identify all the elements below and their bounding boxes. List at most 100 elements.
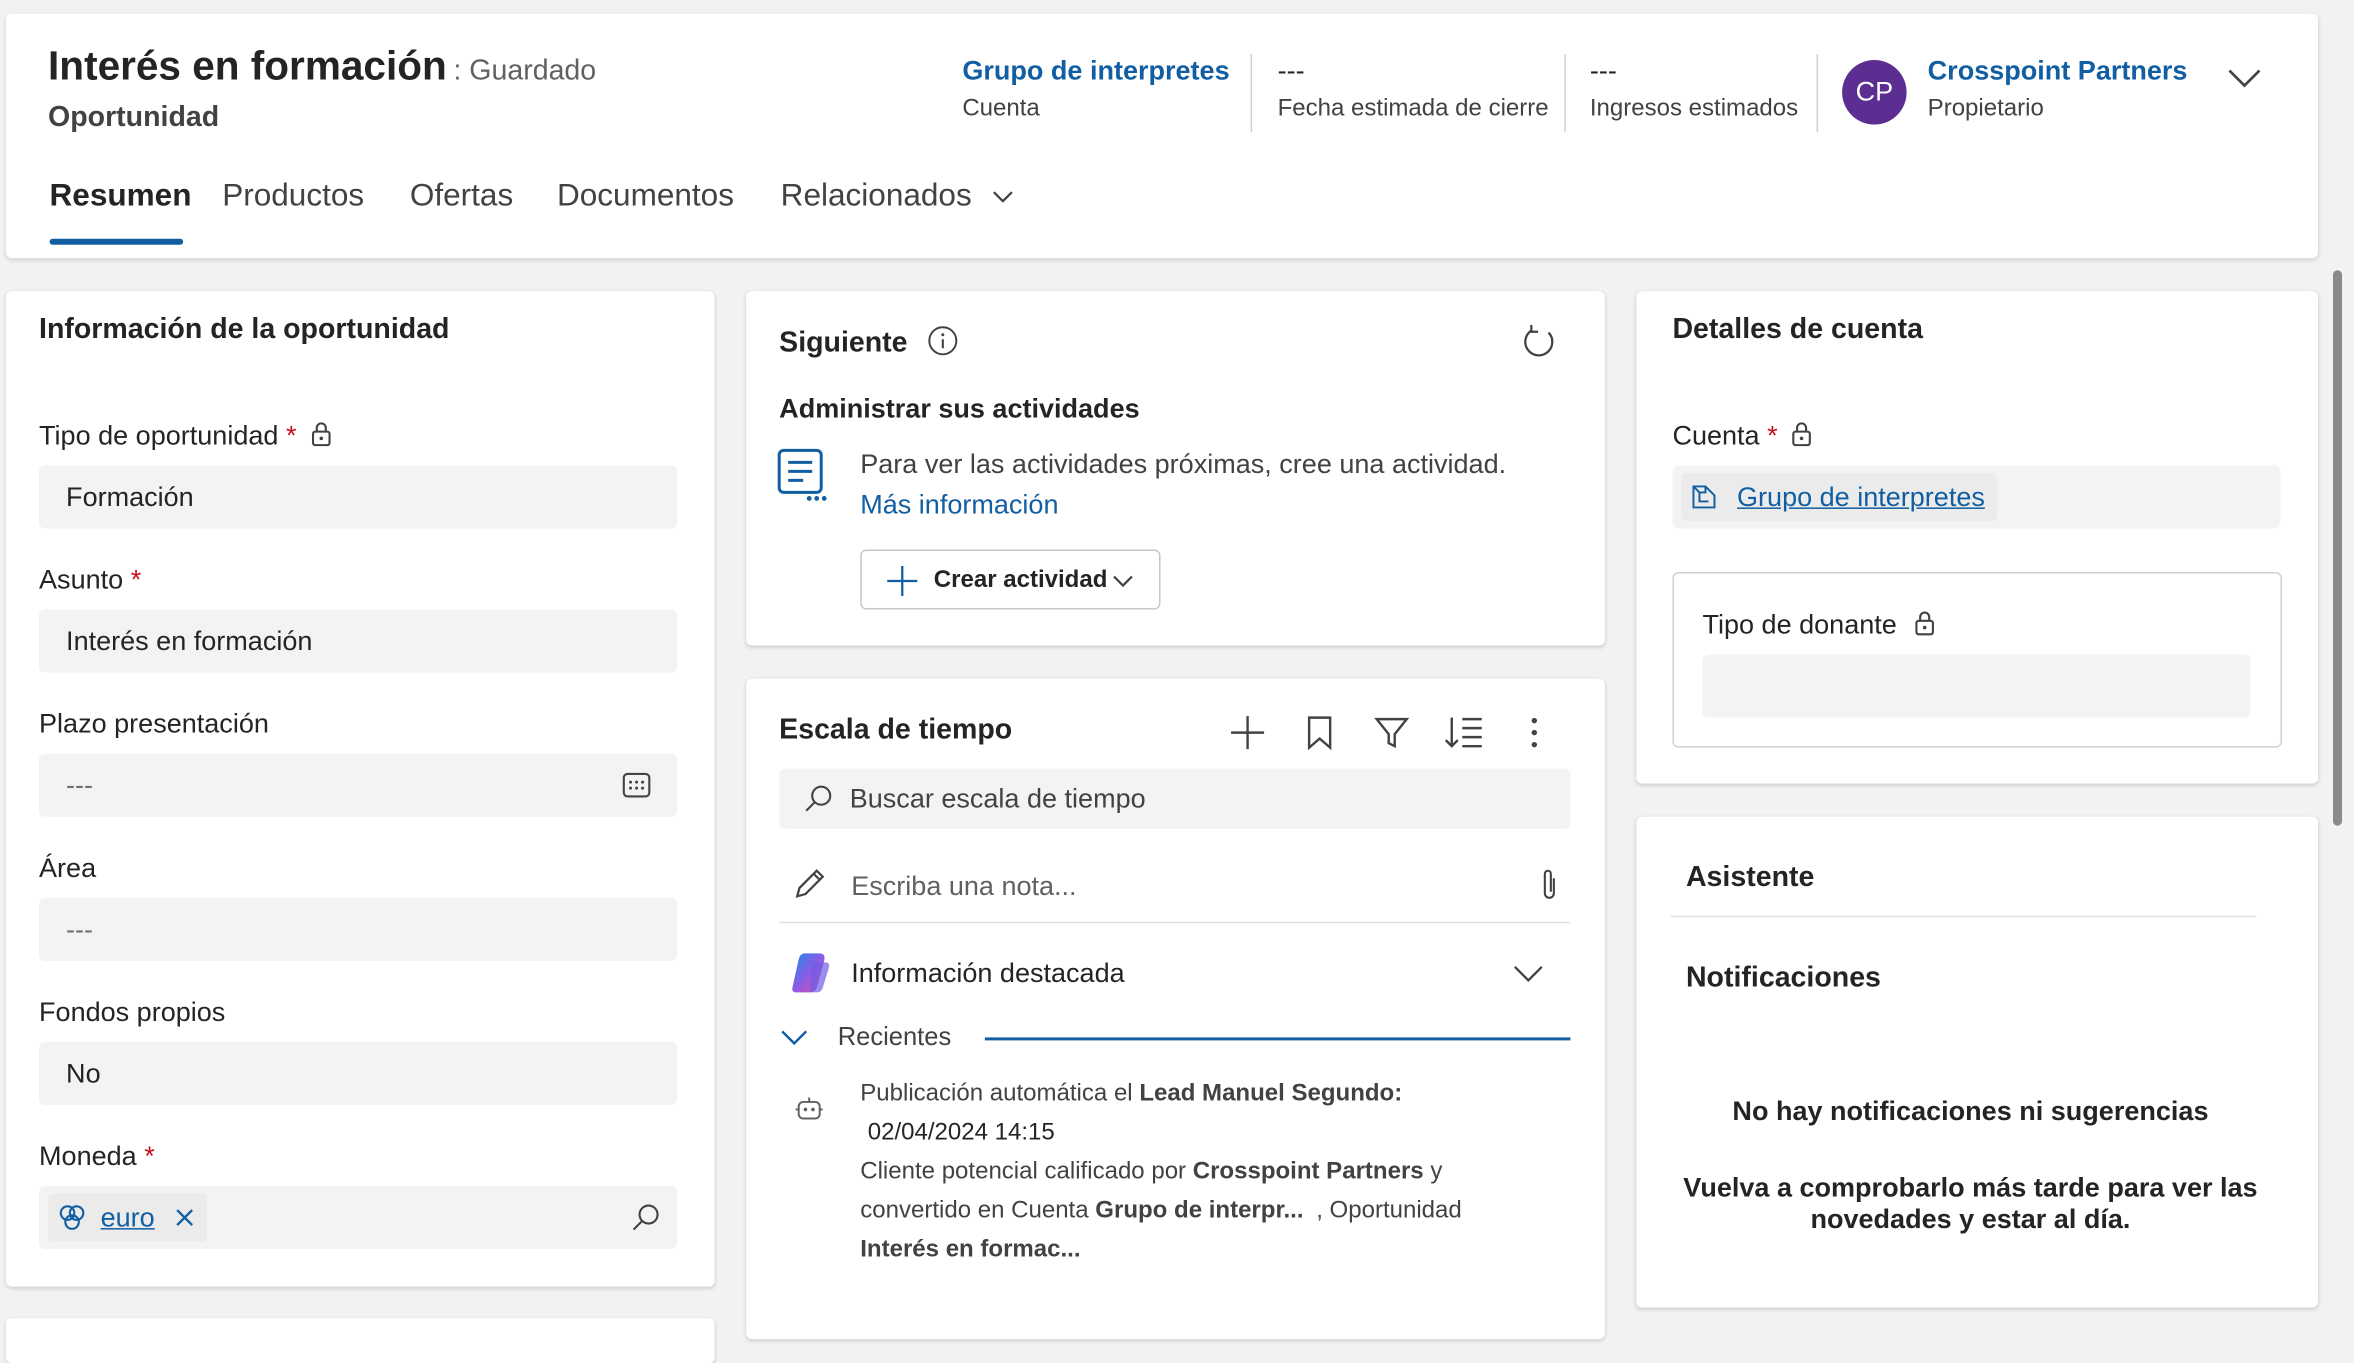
next-subtitle: Administrar sus actividades xyxy=(779,393,1140,424)
donante-label-text: Tipo de donante xyxy=(1702,609,1897,640)
empty-body: Vuelva a comprobarlo más tarde para ver … xyxy=(1683,1172,2258,1235)
highlights-row[interactable]: Información destacada xyxy=(779,940,1570,1003)
account-link[interactable]: Grupo de interpretes xyxy=(1737,482,1985,512)
tab-relacionados[interactable]: Relacionados xyxy=(781,179,1017,215)
highlights-label: Información destacada xyxy=(851,957,1125,988)
learn-more-link[interactable]: Más información xyxy=(860,489,1058,521)
attachment-icon[interactable] xyxy=(1537,866,1561,905)
required-mark: * xyxy=(285,420,297,451)
post-text: convertido en Cuenta xyxy=(860,1198,1089,1224)
header-expand-button[interactable] xyxy=(2222,56,2267,101)
chevron-down-icon xyxy=(993,192,1013,204)
bot-icon xyxy=(795,1097,823,1120)
asunto-field[interactable]: Interés en formación xyxy=(39,609,678,673)
timeline-card: Escala de tiempo Buscar escala de tiempo… xyxy=(746,678,1605,1340)
fondos-field[interactable]: No xyxy=(39,1041,678,1105)
lock-icon xyxy=(1916,611,1935,636)
refresh-icon[interactable] xyxy=(1519,323,1558,362)
chevron-down-icon xyxy=(781,1030,808,1046)
filter-icon[interactable] xyxy=(1374,715,1410,751)
recent-label: Recientes xyxy=(837,1022,952,1051)
assistant-title: Asistente xyxy=(1685,861,1815,894)
tab-active-indicator xyxy=(49,238,184,245)
more-options-icon[interactable] xyxy=(1527,715,1542,751)
donante-field[interactable] xyxy=(1702,654,2251,718)
post-owner: Crosspoint Partners xyxy=(1192,1159,1424,1185)
tab-ofertas[interactable]: Ofertas xyxy=(410,179,513,215)
sort-icon[interactable] xyxy=(1444,715,1483,751)
account-details-card: Detalles de cuenta Cuenta * Grupo de int… xyxy=(1636,291,2319,784)
header-revenue-value: --- xyxy=(1589,55,1617,86)
owner-link[interactable]: Crosspoint Partners xyxy=(1928,56,2188,88)
tab-resumen[interactable]: Resumen xyxy=(50,179,192,215)
recent-divider xyxy=(984,1037,1571,1041)
next-title-row: Siguiente xyxy=(779,324,959,360)
cuenta-label: Cuenta * xyxy=(1672,420,1813,452)
owner-label: Propietario xyxy=(1927,96,2044,122)
post-text: , Oportunidad xyxy=(1316,1198,1462,1224)
save-status: : Guardado xyxy=(453,55,597,88)
account-details-title: Detalles de cuenta xyxy=(1672,313,1923,346)
create-activity-label: Crear actividad xyxy=(933,567,1108,594)
close-icon[interactable] xyxy=(174,1207,195,1228)
info-icon[interactable] xyxy=(926,324,959,357)
entity-type: Oportunidad xyxy=(48,102,220,134)
header-divider xyxy=(1564,54,1566,133)
chevron-down-icon xyxy=(1113,575,1133,588)
notifications-heading: Notificaciones xyxy=(1685,962,1881,994)
chevron-down-icon xyxy=(2228,69,2261,88)
cuenta-field[interactable]: Grupo de interpretes xyxy=(1672,465,2281,529)
plazo-value: --- xyxy=(66,770,94,801)
search-icon xyxy=(805,785,832,812)
next-activities-card: Siguiente Administrar sus actividades Pa… xyxy=(746,291,1605,646)
post-opportunity: Interés en formac... xyxy=(860,1237,1081,1263)
timeline-search[interactable]: Buscar escala de tiempo xyxy=(779,768,1571,829)
recent-group-header[interactable]: Recientes xyxy=(779,1018,1571,1057)
record-header: Interés en formación : Guardado Oportuni… xyxy=(6,13,2319,259)
empty-title: No hay notificaciones ni sugerencias xyxy=(1732,1095,2209,1126)
header-close-date-value: --- xyxy=(1277,55,1305,86)
asunto-label-text: Asunto xyxy=(39,564,124,595)
post-prefix: Publicación automática el xyxy=(860,1080,1133,1107)
required-mark: * xyxy=(130,564,142,595)
timeline-post[interactable]: Publicación automática el Lead Manuel Se… xyxy=(779,1078,1570,1288)
note-input[interactable]: Escriba una nota... xyxy=(779,850,1571,924)
next-title: Siguiente xyxy=(779,327,908,359)
create-activity-button[interactable]: Crear actividad xyxy=(860,549,1161,610)
tab-documentos[interactable]: Documentos xyxy=(557,179,734,215)
moneda-field[interactable]: euro xyxy=(39,1186,678,1250)
plazo-label: Plazo presentación xyxy=(39,708,269,739)
next-section-card xyxy=(6,1318,715,1363)
copilot-icon xyxy=(792,953,830,993)
currency-link[interactable]: euro xyxy=(101,1203,155,1233)
post-lead: Lead Manuel Segundo: xyxy=(1139,1080,1403,1107)
opportunity-info-card: Información de la oportunidad Tipo de op… xyxy=(6,291,715,1287)
donante-label: Tipo de donante xyxy=(1702,610,1937,642)
required-mark: * xyxy=(1767,420,1778,451)
tipo-label: Tipo de oportunidad * xyxy=(39,420,333,452)
chevron-down-icon xyxy=(1514,966,1543,982)
tipo-field[interactable]: Formación xyxy=(39,465,678,529)
asunto-label: Asunto * xyxy=(39,564,141,596)
bookmark-icon[interactable] xyxy=(1302,715,1338,751)
area-field[interactable]: --- xyxy=(39,897,678,961)
calendar-icon[interactable] xyxy=(620,769,653,802)
lock-icon xyxy=(311,422,330,447)
currency-tag[interactable]: euro xyxy=(48,1193,208,1242)
currency-icon xyxy=(59,1205,85,1230)
header-divider xyxy=(1816,54,1819,133)
moneda-label: Moneda * xyxy=(39,1141,155,1173)
account-icon xyxy=(1692,485,1716,509)
add-icon[interactable] xyxy=(1230,715,1266,751)
owner-avatar[interactable]: CP xyxy=(1842,60,1907,125)
add-icon xyxy=(887,565,918,597)
page-scrollbar[interactable] xyxy=(2333,270,2343,826)
post-account: Grupo de interpr... xyxy=(1095,1198,1304,1224)
assistant-card: Asistente Notificaciones No hay notifica… xyxy=(1636,816,2319,1308)
search-icon[interactable] xyxy=(629,1201,662,1234)
plazo-field[interactable]: --- xyxy=(39,753,678,817)
tab-relacionados-label: Relacionados xyxy=(780,178,972,214)
tab-productos[interactable]: Productos xyxy=(222,179,364,215)
account-tag[interactable]: Grupo de interpretes xyxy=(1681,472,1997,521)
header-account-link[interactable]: Grupo de interpretes xyxy=(962,56,1229,88)
